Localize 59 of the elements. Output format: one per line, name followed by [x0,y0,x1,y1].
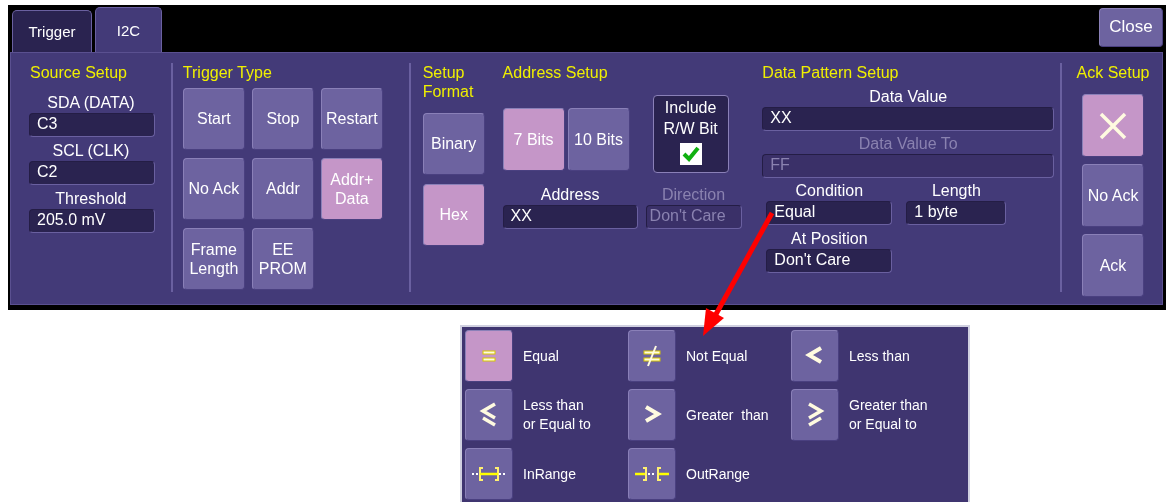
field-label: Condition [794,181,865,201]
condition-label: Greater than [686,405,769,425]
cross-icon [1098,110,1129,141]
condition-button[interactable] [465,330,513,382]
condition-label: Less than [849,346,910,366]
dropdown-field[interactable]: Equal [766,201,893,225]
section-title: Data Pattern Setup [762,63,900,82]
field-label: SCL (CLK) [51,141,131,161]
tab[interactable]: I2C [95,7,162,52]
close-button[interactable]: Close [1099,8,1163,47]
dropdown-field[interactable]: Don't Care [766,249,893,273]
condition-button[interactable] [628,330,676,382]
section-title: Setup Format [422,63,475,101]
field-label: SDA (DATA) [46,93,136,113]
condition-label: Greater than or Equal to [849,396,928,434]
trigger-type-button[interactable]: EE PROM [251,228,314,290]
input-field[interactable]: XX [502,205,638,229]
condition-label: Equal [523,346,559,366]
checkbox-icon[interactable] [679,143,702,165]
section-title: Address Setup [502,63,609,82]
trigger-type-button[interactable]: Start [182,88,245,150]
ack-button[interactable]: Ack [1082,234,1145,297]
field-label: Data Value [868,87,949,107]
condition-button[interactable] [791,330,839,382]
condition-button[interactable] [628,448,676,500]
include-rw-checkbox[interactable]: Include R/W Bit [652,95,729,173]
condition-button[interactable] [628,389,676,441]
checkbox-label: Include R/W Bit [663,98,718,139]
field-label: Data Value To [857,134,959,154]
field-label: Length [930,181,982,201]
condition-label: Less than or Equal to [523,396,591,434]
tab[interactable]: Trigger [12,10,92,52]
format-button[interactable]: Binary [422,113,485,175]
condition-button[interactable] [465,448,513,500]
input-field[interactable]: C2 [29,161,155,185]
section-title: Source Setup [29,63,128,82]
trigger-type-button[interactable]: Stop [251,88,314,150]
dropdown-field[interactable]: 1 byte [906,201,1007,225]
section-title: Trigger Type [182,63,273,82]
input-field[interactable]: XX [762,107,1055,131]
section-title: Ack Setup [1076,63,1150,82]
condition-label: Not Equal [686,346,748,366]
field-label: Address [539,185,601,205]
trigger-type-button[interactable]: No Ack [182,158,245,220]
ack-button[interactable] [1082,94,1145,157]
trigger-type-button[interactable]: Addr [251,158,314,220]
field-label: At Position [790,229,869,249]
condition-label: OutRange [686,464,750,484]
trigger-type-button[interactable]: Frame Length [182,228,245,290]
condition-button[interactable] [465,389,513,441]
ack-button[interactable]: No Ack [1082,164,1145,227]
bits-button[interactable]: 10 Bits [567,108,630,171]
field-label: Direction [661,185,727,205]
condition-label: InRange [523,464,576,484]
input-field[interactable]: C3 [29,113,155,137]
trigger-type-button[interactable]: Restart [320,88,383,150]
condition-button[interactable] [791,389,839,441]
field-label: Threshold [54,189,128,209]
input-field[interactable]: 205.0 mV [29,209,155,233]
